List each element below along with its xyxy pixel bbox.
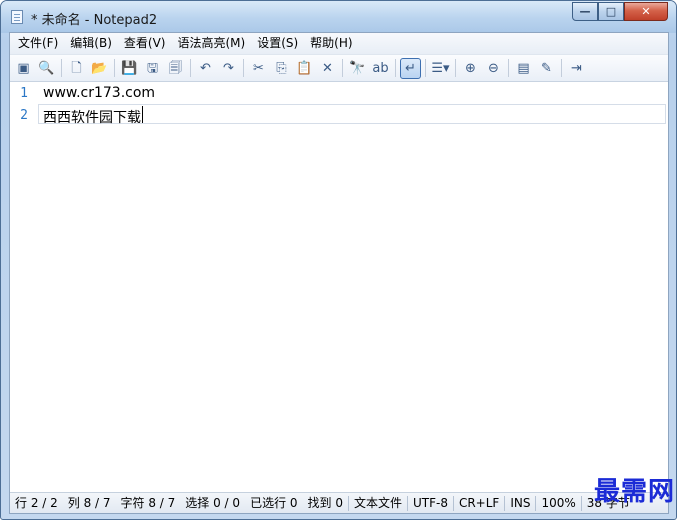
line-number-2: 2 <box>20 108 28 123</box>
maximize-icon: □ <box>605 5 617 18</box>
toolbar-separator <box>190 59 191 77</box>
toolbar-separator <box>243 59 244 77</box>
save-as-icon: 🖫 <box>146 60 159 76</box>
window-title: * 未命名 - Notepad2 <box>31 13 158 28</box>
toolbar-separator <box>61 59 62 77</box>
status-field-9[interactable]: CR+LF <box>454 493 504 514</box>
save-copy-button[interactable]: 🗐 <box>165 58 186 79</box>
find-icon: 🔭 <box>349 60 366 76</box>
notepad2-window: * 未命名 - Notepad2 — □ ✕ 文件(F) 编辑(B) 查看(V) 语法… <box>0 0 677 520</box>
status-field-2: 列 8 / 7 <box>67 495 111 510</box>
toolbar-separator <box>395 59 396 77</box>
scheme-icon: ▤ <box>517 60 530 76</box>
delete-icon: ✕ <box>322 60 333 76</box>
toolbar-separator <box>114 59 115 77</box>
delete-button[interactable]: ✕ <box>317 58 338 79</box>
scheme-button[interactable]: ▤ <box>513 58 534 79</box>
cut-button[interactable]: ✂ <box>248 58 269 79</box>
list-options-icon: ☰▾ <box>431 60 450 76</box>
toolbar-separator <box>561 59 562 77</box>
menu-item-6[interactable]: 帮助(H) <box>304 33 358 54</box>
browse-icon: 🔍 <box>38 60 55 76</box>
undo-icon: ↶ <box>200 60 211 76</box>
editor-line-1[interactable]: www.cr173.com <box>43 85 155 101</box>
status-field-11[interactable]: 100% <box>536 493 580 514</box>
toolbar: ▣ 🔍 🗋 📂 💾 🖫 🗐 ↶ ↷ ✂ ⎘ 📋 ✕ 🔭 ab ↵ ☰▾ ⊕ ⊖ ▤ ✎ ⇥ <box>10 54 668 82</box>
save-copy-icon: 🗐 <box>169 60 182 76</box>
open-folder-button[interactable]: 📂 <box>89 58 110 79</box>
text-caret <box>142 106 143 123</box>
save-button[interactable]: 💾 <box>119 58 140 79</box>
zoom-in-icon: ⊕ <box>465 60 476 76</box>
open-folder-icon: 📂 <box>91 60 108 76</box>
toolbar-separator <box>425 59 426 77</box>
status-field-5: 已选行 0 <box>250 495 298 510</box>
status-field-3: 字符 8 / 7 <box>120 495 176 510</box>
maximize-button[interactable]: □ <box>598 2 624 21</box>
zoom-out-icon: ⊖ <box>488 60 499 76</box>
copy-icon: ⎘ <box>276 60 287 76</box>
watermark-logo: 最需网 <box>593 477 675 507</box>
text-editor[interactable]: 1 2 www.cr173.com 西西软件园下载 <box>10 82 668 492</box>
paste-button[interactable]: 📋 <box>294 58 315 79</box>
redo-button[interactable]: ↷ <box>218 58 239 79</box>
editor-line-2[interactable]: 西西软件园下载 <box>43 107 141 127</box>
notepad-app-icon[interactable] <box>11 10 23 24</box>
exit-icon: ⇥ <box>571 60 582 76</box>
toolbar-separator <box>342 59 343 77</box>
cut-icon: ✂ <box>253 60 264 76</box>
status-field-7[interactable]: 文本文件 <box>349 493 407 514</box>
toolbar-separator <box>508 59 509 77</box>
menu-bar: 文件(F) 编辑(B) 查看(V) 语法高亮(M) 设置(S) 帮助(H) <box>10 33 668 54</box>
status-bar: 行 2 / 2 列 8 / 7 字符 8 / 7 选择 0 / 0 已选行 0 找到 0 文… <box>10 492 668 513</box>
find-button[interactable]: 🔭 <box>347 58 368 79</box>
line-number-1: 1 <box>20 86 28 101</box>
status-field-4: 选择 0 / 0 <box>185 495 241 510</box>
customize-icon: ✎ <box>541 60 552 76</box>
status-field-6: 找到 0 <box>307 495 343 510</box>
close-icon: ✕ <box>641 5 651 18</box>
status-field-8[interactable]: UTF-8 <box>408 493 453 514</box>
word-wrap-button[interactable]: ↵ <box>400 57 421 79</box>
menu-item-1[interactable]: 文件(F) <box>12 33 64 54</box>
save-as-button[interactable]: 🖫 <box>142 58 163 79</box>
new-window-icon: ▣ <box>17 60 30 76</box>
undo-button[interactable]: ↶ <box>195 58 216 79</box>
new-window-button[interactable]: ▣ <box>13 58 34 79</box>
client-area: 文件(F) 编辑(B) 查看(V) 语法高亮(M) 设置(S) 帮助(H) ▣ 🔍 🗋 📂 💾 🖫 🗐… <box>9 32 669 514</box>
status-field-1: 行 2 / 2 <box>15 495 58 510</box>
close-button[interactable]: ✕ <box>624 2 668 21</box>
save-icon: 💾 <box>121 60 138 76</box>
zoom-out-button[interactable]: ⊖ <box>483 58 504 79</box>
menu-item-4[interactable]: 语法高亮(M) <box>171 33 251 54</box>
menu-item-5[interactable]: 设置(S) <box>251 33 304 54</box>
toolbar-separator <box>455 59 456 77</box>
exit-button[interactable]: ⇥ <box>566 58 587 79</box>
redo-icon: ↷ <box>223 60 234 76</box>
zoom-in-button[interactable]: ⊕ <box>460 58 481 79</box>
list-options-button[interactable]: ☰▾ <box>430 58 451 79</box>
title-bar[interactable]: * 未命名 - Notepad2 — □ ✕ <box>1 1 676 33</box>
replace-button[interactable]: ab <box>370 58 391 79</box>
replace-icon: ab <box>372 60 389 76</box>
customize-button[interactable]: ✎ <box>536 58 557 79</box>
menu-item-3[interactable]: 查看(V) <box>118 33 172 54</box>
new-file-icon: 🗋 <box>71 60 82 76</box>
copy-button[interactable]: ⎘ <box>271 58 292 79</box>
line-number-gutter: 1 2 <box>10 82 36 492</box>
menu-item-2[interactable]: 编辑(B) <box>64 33 118 54</box>
browse-button[interactable]: 🔍 <box>36 58 57 79</box>
paste-icon: 📋 <box>296 60 313 76</box>
caption-buttons: — □ ✕ <box>572 2 668 22</box>
new-file-button[interactable]: 🗋 <box>66 58 87 79</box>
minimize-icon: — <box>579 5 591 18</box>
word-wrap-icon: ↵ <box>405 60 416 76</box>
status-field-10[interactable]: INS <box>505 493 535 514</box>
minimize-button[interactable]: — <box>572 2 598 21</box>
